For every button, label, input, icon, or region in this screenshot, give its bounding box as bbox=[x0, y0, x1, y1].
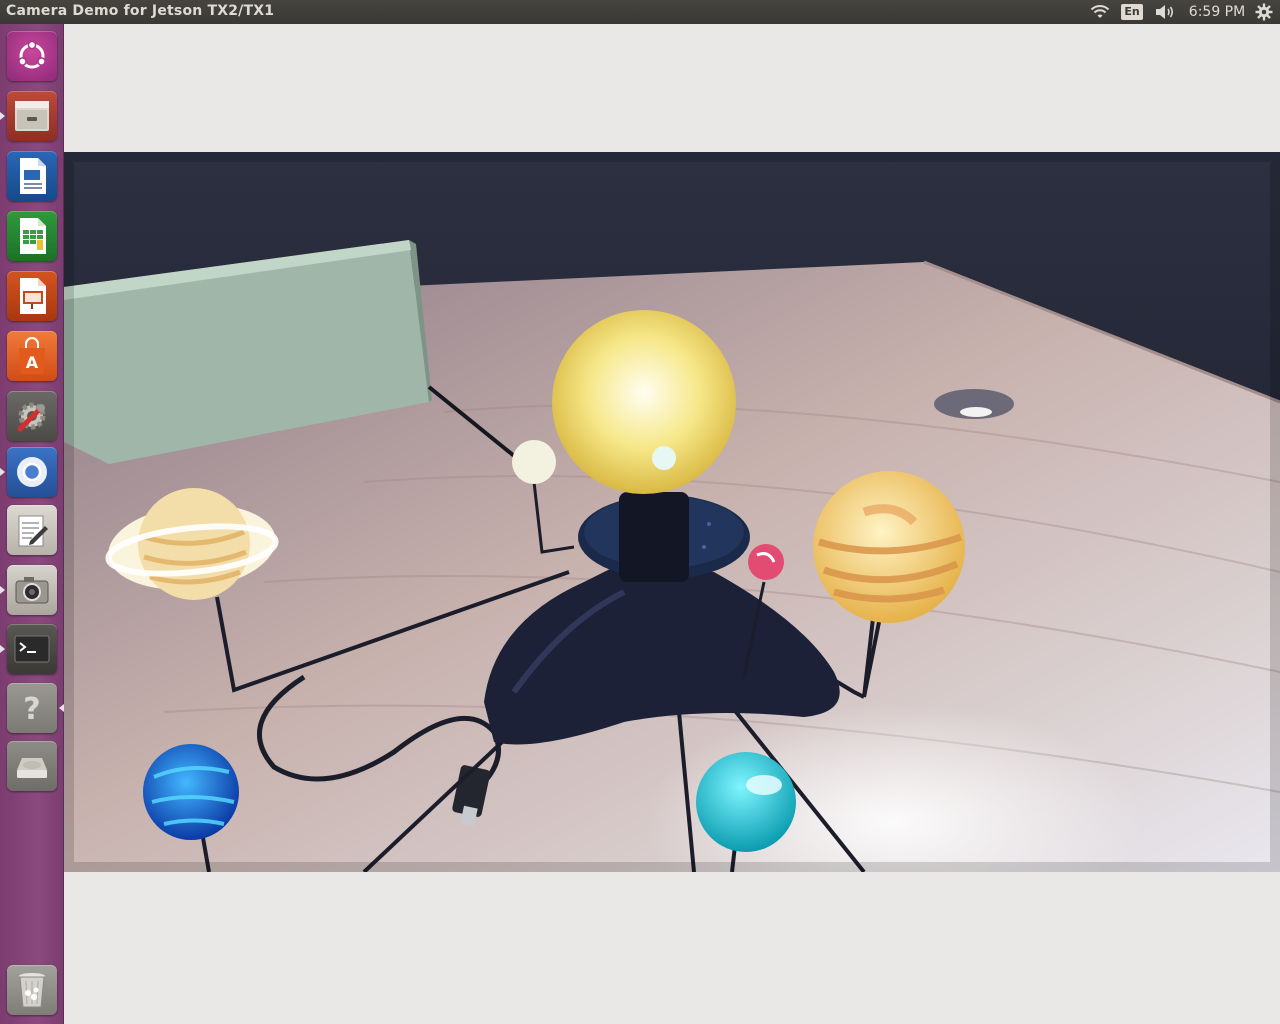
svg-text:?: ? bbox=[23, 692, 40, 727]
gear-icon[interactable] bbox=[1252, 0, 1276, 24]
launcher-files[interactable] bbox=[7, 91, 57, 141]
svg-text:A: A bbox=[26, 353, 39, 372]
keyboard-language-indicator[interactable]: En bbox=[1121, 0, 1143, 24]
document-icon bbox=[20, 158, 46, 194]
window-title: Camera Demo for Jetson TX2/TX1 bbox=[6, 3, 275, 19]
camera-icon bbox=[15, 577, 49, 604]
gear-wrench-icon bbox=[17, 402, 46, 432]
launcher-text-editor[interactable] bbox=[7, 505, 57, 555]
launcher-libreoffice-impress[interactable] bbox=[7, 271, 57, 321]
terminal-icon bbox=[14, 635, 50, 663]
launcher-terminal[interactable] bbox=[7, 624, 57, 674]
camera-video-feed bbox=[64, 152, 1280, 872]
launcher-disk[interactable] bbox=[7, 741, 57, 791]
top-panel: Camera Demo for Jetson TX2/TX1 En 6:59 P… bbox=[0, 0, 1280, 24]
launcher-camera-demo[interactable] bbox=[7, 565, 57, 615]
question-mark-icon: ? bbox=[23, 692, 40, 727]
launcher-ubuntu-software[interactable]: A bbox=[7, 331, 57, 381]
notepad-pencil-icon bbox=[18, 515, 48, 547]
mars-ball bbox=[748, 544, 784, 580]
neptune-globe bbox=[143, 744, 239, 840]
spreadsheet-icon bbox=[20, 218, 46, 254]
ubuntu-logo-icon bbox=[18, 40, 46, 69]
sun-globe bbox=[552, 310, 736, 494]
launcher-trash[interactable] bbox=[7, 965, 57, 1015]
launcher-chromium[interactable] bbox=[7, 447, 57, 497]
launcher-system-settings[interactable] bbox=[7, 391, 57, 441]
hard-drive-icon bbox=[17, 758, 47, 778]
launcher-dash-home[interactable] bbox=[7, 31, 57, 81]
moon-ball bbox=[512, 440, 556, 484]
launcher-help[interactable]: ? bbox=[7, 683, 57, 733]
shopping-bag-icon: A bbox=[19, 337, 45, 374]
uranus-globe bbox=[696, 752, 796, 852]
sound-icon[interactable] bbox=[1152, 0, 1178, 24]
trash-icon bbox=[19, 973, 45, 1008]
wifi-icon[interactable] bbox=[1088, 0, 1112, 24]
launcher-libreoffice-calc[interactable] bbox=[7, 211, 57, 261]
language-label: En bbox=[1121, 4, 1143, 20]
launcher: A ? bbox=[0, 24, 64, 1024]
file-cabinet-icon bbox=[15, 101, 49, 131]
presentation-icon bbox=[20, 278, 46, 314]
browser-icon bbox=[17, 457, 47, 487]
launcher-libreoffice-writer[interactable] bbox=[7, 151, 57, 201]
clock[interactable]: 6:59 PM bbox=[1188, 0, 1246, 24]
